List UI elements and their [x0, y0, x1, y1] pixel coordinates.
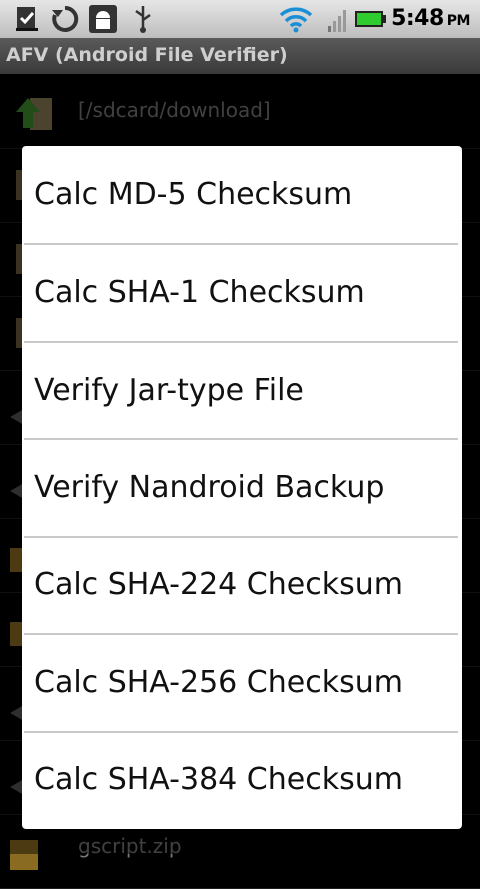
- menu-item-label: Calc SHA-384 Checksum: [34, 762, 403, 797]
- clock-time: 5:48: [391, 6, 444, 31]
- menu-item-label: Calc MD-5 Checksum: [34, 177, 353, 212]
- wifi-icon: [279, 7, 313, 33]
- menu-item-label: Calc SHA-224 Checksum: [34, 567, 403, 602]
- menu-item-label: Verify Jar-type File: [34, 373, 304, 408]
- context-menu-dialog: Calc MD-5 Checksum Calc SHA-1 Checksum V…: [22, 146, 462, 829]
- menu-item-label: Verify Nandroid Backup: [34, 470, 385, 505]
- menu-item-label: Calc SHA-1 Checksum: [34, 275, 365, 310]
- signal-icon: [328, 10, 346, 32]
- menu-item-calc-sha256[interactable]: Calc SHA-256 Checksum: [22, 634, 462, 731]
- menu-item-calc-sha1[interactable]: Calc SHA-1 Checksum: [22, 244, 462, 341]
- menu-item-calc-sha224[interactable]: Calc SHA-224 Checksum: [22, 536, 462, 633]
- clock-ampm: PM: [446, 13, 471, 29]
- usb-icon: [135, 6, 151, 33]
- sync-icon: [52, 5, 79, 32]
- android-debug-icon: [89, 5, 117, 33]
- menu-item-verify-nandroid[interactable]: Verify Nandroid Backup: [22, 439, 462, 536]
- battery-icon: [355, 11, 386, 27]
- app-title-bar: AFV (Android File Verifier): [0, 38, 480, 74]
- status-bar: 5:48 PM: [0, 0, 480, 38]
- status-clock: 5:48 PM: [391, 6, 470, 31]
- menu-item-verify-jar[interactable]: Verify Jar-type File: [22, 342, 462, 439]
- menu-item-calc-md5[interactable]: Calc MD-5 Checksum: [22, 146, 462, 243]
- menu-item-calc-sha384[interactable]: Calc SHA-384 Checksum: [22, 731, 462, 828]
- app-title: AFV (Android File Verifier): [6, 44, 288, 66]
- download-done-icon: [16, 7, 38, 31]
- menu-item-label: Calc SHA-256 Checksum: [34, 665, 403, 700]
